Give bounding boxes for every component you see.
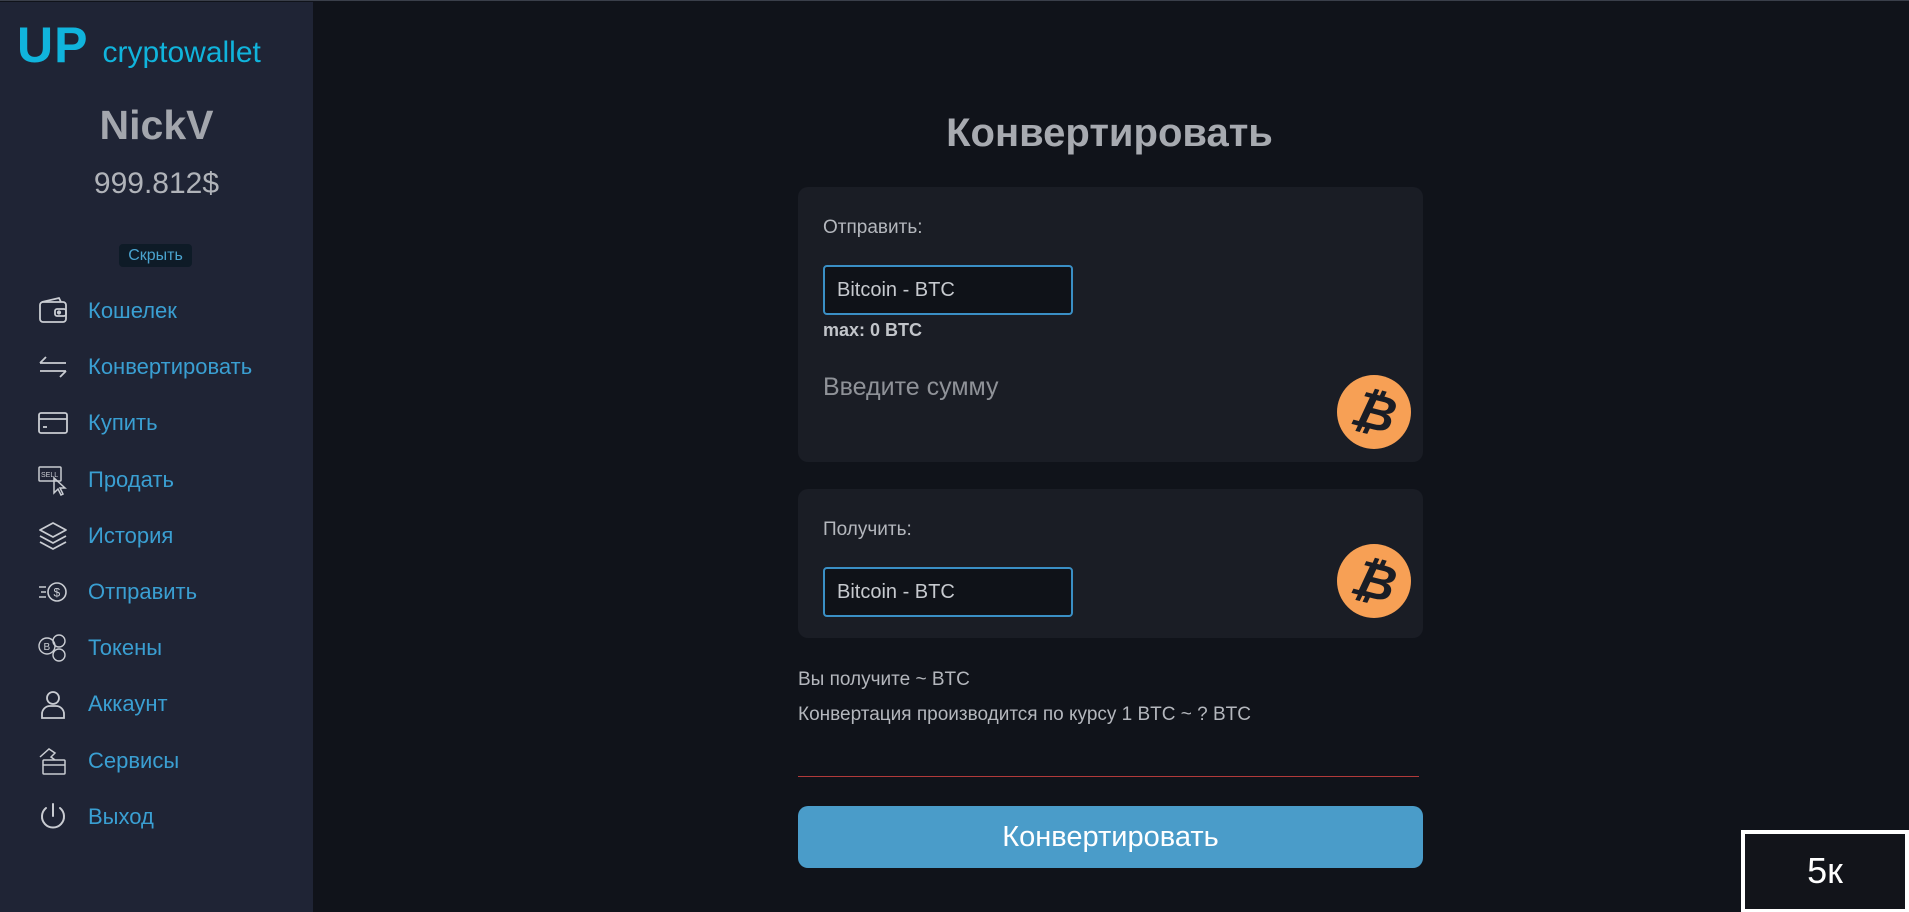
sidebar-item-label: Продать (88, 466, 174, 492)
wallet-icon (37, 295, 69, 327)
sidebar-item-convert[interactable]: Конвертировать (0, 339, 313, 395)
amount-input[interactable] (823, 367, 1263, 407)
layers-icon (37, 520, 69, 552)
logo-text: cryptowallet (102, 36, 261, 69)
receive-estimate: Вы получите ~ BTC (798, 669, 970, 690)
credit-card-icon (37, 407, 69, 439)
receive-currency-select[interactable]: Bitcoin - BTC (823, 567, 1073, 617)
sidebar-item-label: Отправить (88, 579, 198, 605)
user-icon (37, 688, 69, 720)
send-label: Отправить: (823, 217, 923, 238)
logo[interactable]: UP cryptowallet (17, 16, 261, 74)
sidebar: UP cryptowallet NickV 999.812$ Скрыть Кош… (0, 2, 313, 912)
sidebar-item-label: Кошелек (88, 298, 177, 324)
sidebar-item-label: Конвертировать (88, 354, 253, 380)
receive-card: Получить: Bitcoin - BTC ₿ (798, 489, 1423, 638)
sidebar-item-account[interactable]: Аккаунт (0, 676, 313, 732)
convert-button[interactable]: Конвертировать (798, 806, 1423, 868)
sidebar-item-label: Аккаунт (88, 691, 168, 717)
svg-text:$: $ (54, 586, 61, 600)
bitcoin-symbol: ₿ (1345, 379, 1403, 445)
services-hand-icon (37, 745, 69, 777)
max-amount: max: 0 BTC (823, 320, 923, 340)
send-dollar-icon: $ (37, 576, 69, 608)
bitcoin-symbol: ₿ (1345, 548, 1403, 614)
bitcoin-icon: ₿ (1337, 375, 1411, 449)
page-title: Конвертировать (946, 111, 1273, 155)
sidebar-item-buy[interactable]: Купить (0, 395, 313, 451)
send-card: Отправить: Bitcoin - BTC max: 0 BTC ₿ (798, 187, 1423, 462)
overlay-badge: 5к (1741, 830, 1909, 912)
balance: 999.812$ (93, 167, 220, 200)
send-currency-select[interactable]: Bitcoin - BTC (823, 265, 1073, 315)
hide-balance-button[interactable]: Скрыть (119, 244, 192, 267)
power-icon (37, 801, 69, 833)
username: NickV (99, 102, 214, 148)
sidebar-item-label: История (88, 522, 174, 548)
logo-up: UP (17, 17, 89, 73)
sidebar-item-services[interactable]: Сервисы (0, 733, 313, 789)
exchange-arrows-icon (37, 351, 69, 383)
sidebar-item-sell[interactable]: SELL Продать (0, 452, 313, 508)
bitcoin-icon: ₿ (1337, 544, 1411, 618)
receive-label: Получить: (823, 519, 912, 540)
sidebar-item-tokens[interactable]: B Токены (0, 620, 313, 676)
svg-text:SELL: SELL (41, 472, 58, 479)
conversion-rate: Конвертация производится по курсу 1 BTC … (798, 704, 1252, 725)
sidebar-item-history[interactable]: История (0, 508, 313, 564)
sidebar-item-label: Выход (88, 803, 154, 829)
sidebar-nav: Кошелек Конвертировать Купить SELL Прода… (0, 283, 313, 845)
tokens-coins-icon: B (37, 632, 69, 664)
sidebar-item-send[interactable]: $ Отправить (0, 564, 313, 620)
sidebar-item-label: Купить (88, 410, 158, 436)
sidebar-item-label: Токены (88, 635, 163, 661)
sidebar-item-logout[interactable]: Выход (0, 789, 313, 845)
app-window: UP cryptowallet NickV 999.812$ Скрыть Кош… (0, 0, 1909, 912)
sell-cursor-icon: SELL (37, 464, 69, 496)
sidebar-item-wallet[interactable]: Кошелек (0, 283, 313, 339)
svg-text:B: B (44, 642, 51, 653)
divider (798, 776, 1419, 777)
sidebar-item-label: Сервисы (88, 747, 180, 773)
